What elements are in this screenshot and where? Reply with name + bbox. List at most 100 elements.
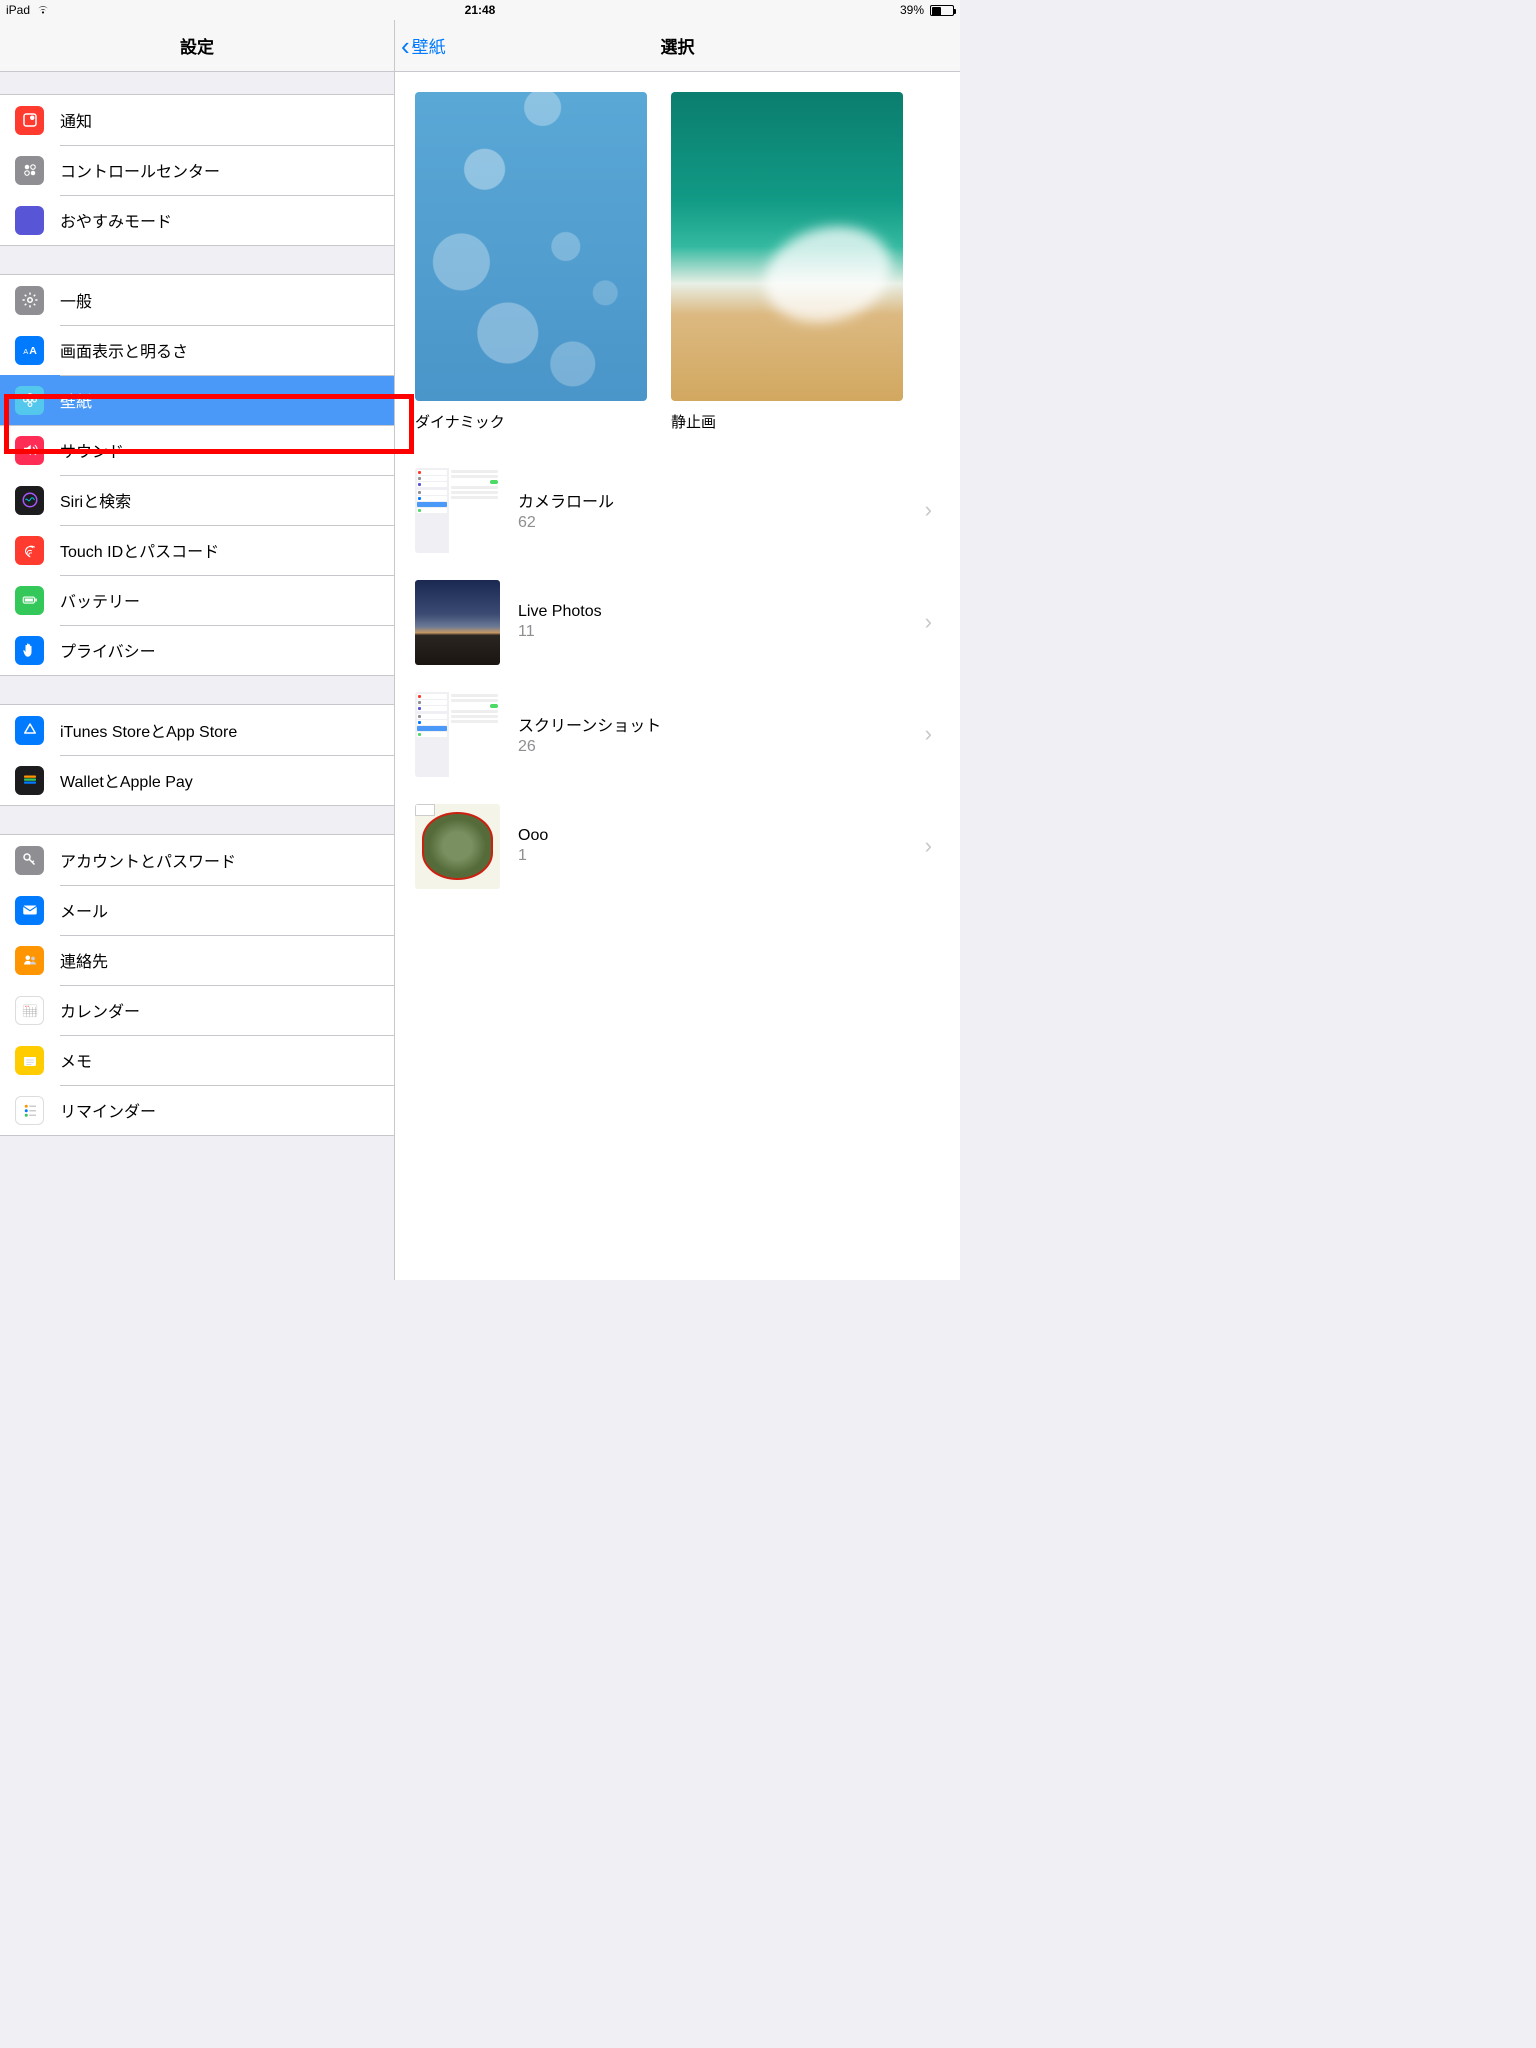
sidebar-item-sounds[interactable]: サウンド (0, 425, 394, 475)
sidebar-item-label: 一般 (60, 288, 92, 312)
mail-icon (15, 896, 44, 925)
wallpaper-thumbnail (415, 92, 647, 401)
sidebar-item-privacy[interactable]: プライバシー (0, 625, 394, 675)
sidebar-item-label: リマインダー (60, 1098, 156, 1122)
text-size-icon: AA (15, 336, 44, 365)
speaker-icon (15, 436, 44, 465)
sidebar-item-wallet[interactable]: WalletとApple Pay (0, 755, 394, 805)
album-count: 1 (518, 847, 925, 865)
notifications-icon (15, 106, 44, 135)
reminders-icon (15, 1096, 44, 1125)
sidebar-item-contacts[interactable]: 連絡先 (0, 935, 394, 985)
album-title: カメラロール (518, 488, 925, 512)
sidebar-header: 設定 (0, 20, 394, 72)
sidebar-item-label: 画面表示と明るさ (60, 338, 188, 362)
sidebar-item-label: サウンド (60, 438, 124, 462)
sidebar-item-label: プライバシー (60, 638, 156, 662)
sidebar-item-label: メモ (60, 1048, 92, 1072)
gear-icon (15, 286, 44, 315)
sidebar-item-label: iTunes StoreとApp Store (60, 718, 237, 742)
album-live-photos[interactable]: Live Photos 11› (415, 566, 940, 678)
sidebar-title: 設定 (180, 33, 214, 58)
sidebar-item-label: コントロールセンター (60, 158, 220, 182)
album-count: 11 (518, 623, 925, 641)
control-center-icon (15, 156, 44, 185)
sidebar-item-notes[interactable]: メモ (0, 1035, 394, 1085)
clock: 21:48 (465, 3, 496, 17)
album-title: Ooo (518, 827, 925, 845)
wallpaper-category-dynamic[interactable]: ダイナミック (415, 92, 647, 432)
device-label: iPad (6, 3, 30, 17)
album-thumbnail (415, 692, 500, 777)
album-title: Live Photos (518, 603, 925, 621)
flower-icon (15, 386, 44, 415)
sidebar-item-label: バッテリー (60, 588, 140, 612)
battery-percent: 39% (900, 3, 924, 17)
sidebar-item-label: メール (60, 898, 108, 922)
sidebar-item-itunes[interactable]: iTunes StoreとApp Store (0, 705, 394, 755)
album-camera-roll[interactable]: カメラロール 62› (415, 454, 940, 566)
chevron-right-icon: › (925, 609, 940, 635)
calendar-icon (15, 996, 44, 1025)
album-ooo[interactable]: Ooo 1› (415, 790, 940, 902)
detail-title: 選択 (661, 33, 695, 58)
status-bar: iPad 21:48 39% (0, 0, 960, 20)
appstore-icon (15, 716, 44, 745)
sidebar-item-label: Touch IDとパスコード (60, 538, 219, 562)
sidebar-item-dnd[interactable]: おやすみモード (0, 195, 394, 245)
sidebar-item-label: カレンダー (60, 998, 140, 1022)
sidebar-item-mail[interactable]: メール (0, 885, 394, 935)
album-screenshots[interactable]: スクリーンショット 26› (415, 678, 940, 790)
detail-pane: ‹ 壁紙 選択 ダイナミック静止画 カメラロール62›Live Photos11… (395, 20, 960, 1280)
chevron-right-icon: › (925, 497, 940, 523)
sidebar-item-calendar[interactable]: カレンダー (0, 985, 394, 1035)
chevron-right-icon: › (925, 833, 940, 859)
album-thumbnail (415, 580, 500, 665)
sidebar-item-label: おやすみモード (60, 208, 172, 232)
sidebar-item-label: 壁紙 (60, 388, 92, 412)
sidebar-item-control-center[interactable]: コントロールセンター (0, 145, 394, 195)
wifi-icon (36, 5, 50, 15)
sidebar-item-reminders[interactable]: リマインダー (0, 1085, 394, 1135)
notes-icon (15, 1046, 44, 1075)
battery-icon (930, 5, 954, 16)
wallpaper-category-label: 静止画 (671, 411, 903, 432)
wallpaper-thumbnail (671, 92, 903, 401)
svg-text:A: A (23, 347, 28, 356)
back-button[interactable]: ‹ 壁紙 (401, 33, 446, 59)
contacts-icon (15, 946, 44, 975)
sidebar-item-notifications[interactable]: 通知 (0, 95, 394, 145)
sidebar-item-label: 連絡先 (60, 948, 108, 972)
moon-icon (15, 206, 44, 235)
album-thumbnail (415, 468, 500, 553)
sidebar-item-label: 通知 (60, 108, 92, 132)
siri-icon (15, 486, 44, 515)
sidebar-item-touchid[interactable]: Touch IDとパスコード (0, 525, 394, 575)
wallpaper-category-label: ダイナミック (415, 411, 647, 432)
sidebar-item-label: アカウントとパスワード (60, 848, 236, 872)
sidebar-item-siri[interactable]: Siriと検索 (0, 475, 394, 525)
back-label: 壁紙 (412, 33, 446, 58)
wallpaper-category-still[interactable]: 静止画 (671, 92, 903, 432)
settings-sidebar: 設定 通知コントロールセンターおやすみモード一般 AA 画面表示と明るさ壁紙サウンド… (0, 20, 395, 1280)
sidebar-item-battery[interactable]: バッテリー (0, 575, 394, 625)
fingerprint-icon (15, 536, 44, 565)
album-title: スクリーンショット (518, 712, 925, 736)
sidebar-item-accounts[interactable]: アカウントとパスワード (0, 835, 394, 885)
sidebar-item-general[interactable]: 一般 (0, 275, 394, 325)
sidebar-item-label: WalletとApple Pay (60, 768, 193, 792)
detail-header: ‹ 壁紙 選択 (395, 20, 960, 72)
wallet-icon (15, 766, 44, 795)
hand-icon (15, 636, 44, 665)
sidebar-item-display[interactable]: AA 画面表示と明るさ (0, 325, 394, 375)
sidebar-item-wallpaper[interactable]: 壁紙 (0, 375, 394, 425)
album-count: 26 (518, 738, 925, 756)
chevron-right-icon: › (925, 721, 940, 747)
album-thumbnail (415, 804, 500, 889)
album-count: 62 (518, 514, 925, 532)
svg-text:A: A (29, 345, 37, 357)
battery-icon (15, 586, 44, 615)
chevron-left-icon: ‹ (401, 33, 410, 59)
key-icon (15, 846, 44, 875)
sidebar-item-label: Siriと検索 (60, 488, 131, 512)
